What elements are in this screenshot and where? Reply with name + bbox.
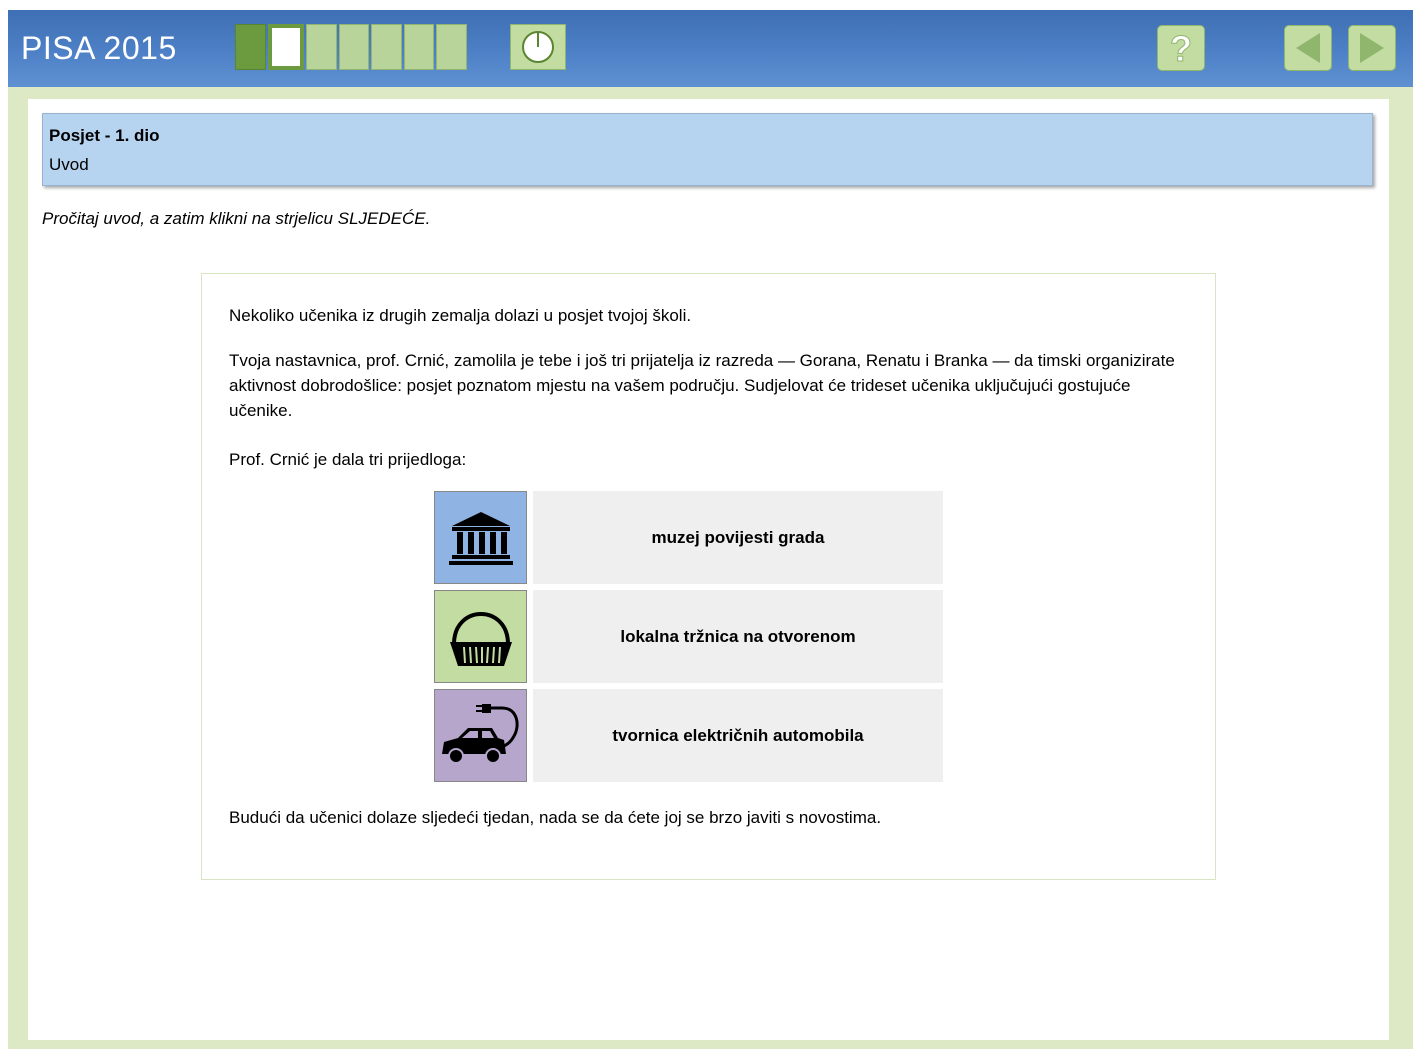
task-paragraph: Tvoja nastavnica, prof. Crnić, zamolila …	[229, 351, 1175, 420]
option-museum-label: muzej povijesti grada	[533, 491, 943, 584]
next-button[interactable]	[1348, 25, 1396, 71]
unit-title-bar: Posjet - 1. dio Uvod	[42, 113, 1373, 186]
option-museum-tile	[434, 491, 527, 584]
progress-segment	[235, 24, 266, 70]
progress-segment	[403, 24, 435, 70]
progress-indicator	[235, 24, 468, 70]
instruction-text: Pročitaj uvod, a zatim klikni na strjeli…	[42, 209, 431, 228]
previous-button[interactable]	[1284, 25, 1332, 71]
option-market-tile	[434, 590, 527, 683]
electric-car-icon	[441, 703, 519, 764]
closing-paragraph: Budući da učenici dolaze sljedeći tjedan…	[229, 808, 882, 827]
progress-segment	[306, 24, 337, 70]
help-glyph: ?	[1170, 29, 1192, 67]
unit-subtitle: Uvod	[49, 155, 89, 174]
help-button[interactable]: ?	[1157, 25, 1205, 71]
progress-segment	[436, 24, 468, 70]
unit-title: Posjet - 1. dio	[49, 126, 160, 145]
pisa-logo: PISA 2015	[21, 30, 177, 66]
progress-segment	[371, 24, 402, 70]
arrow-left-icon	[1296, 33, 1320, 63]
basket-icon	[449, 611, 512, 666]
suggestions-intro: Prof. Crnić je dala tri prijedloga:	[229, 450, 467, 469]
progress-segment	[338, 24, 370, 70]
option-factory-tile	[434, 689, 527, 782]
intro-paragraph: Nekoliko učenika iz drugih zemalja dolaz…	[229, 306, 692, 325]
clock-icon	[522, 31, 554, 63]
option-factory-label: tvornica električnih automobila	[533, 689, 943, 782]
timer-button[interactable]	[510, 24, 566, 70]
progress-segment-current	[267, 24, 305, 70]
museum-icon	[448, 511, 513, 565]
option-market-label: lokalna tržnica na otvorenom	[533, 590, 943, 683]
question-mark-icon: ?	[1170, 29, 1193, 67]
arrow-right-icon	[1360, 33, 1384, 63]
